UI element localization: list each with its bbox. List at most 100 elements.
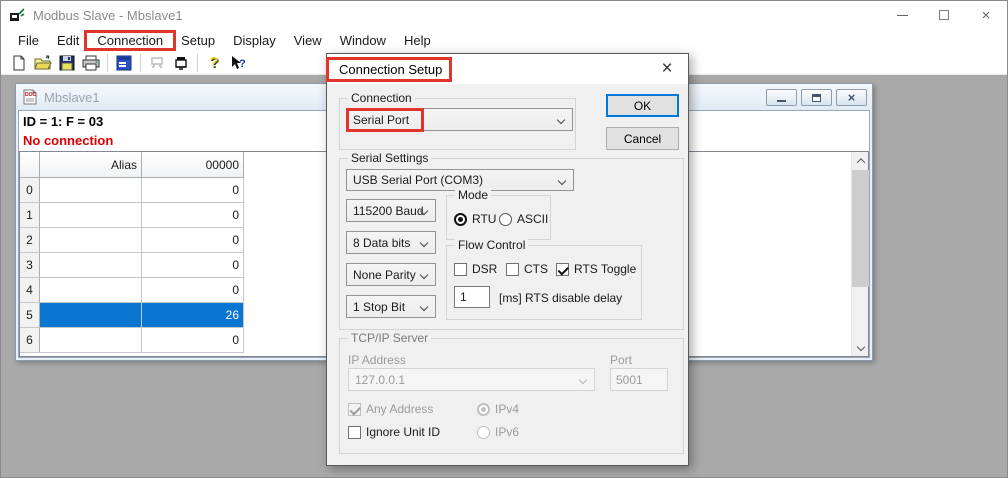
- value-cell[interactable]: 26: [142, 303, 244, 328]
- save-icon: [59, 55, 75, 71]
- close-button[interactable]: ×: [965, 1, 1007, 29]
- minimize-button[interactable]: [881, 1, 923, 29]
- data-bits-value: 8 Data bits: [353, 236, 410, 250]
- cts-checkbox[interactable]: CTS: [506, 262, 548, 276]
- row-number: 2: [20, 228, 40, 253]
- ipv6-radio: IPv6: [477, 425, 519, 439]
- value-cell[interactable]: 0: [142, 178, 244, 203]
- rtu-radio[interactable]: RTU: [454, 212, 496, 226]
- menu-display[interactable]: Display: [224, 31, 285, 50]
- checkbox-icon: [348, 426, 361, 439]
- new-file-button[interactable]: [7, 52, 31, 74]
- data-bits-select[interactable]: 8 Data bits: [346, 231, 436, 254]
- scroll-up-button[interactable]: [852, 152, 869, 169]
- table-row[interactable]: 6 0: [20, 328, 244, 353]
- table-row[interactable]: 0 0: [20, 178, 244, 203]
- stop-bits-value: 1 Stop Bit: [353, 300, 405, 314]
- table-row[interactable]: 3 0: [20, 253, 244, 278]
- row-number: 6: [20, 328, 40, 353]
- document-title: Mbslave1: [44, 90, 100, 105]
- rts-toggle-checkbox[interactable]: RTS Toggle: [556, 262, 636, 276]
- maximize-button[interactable]: [923, 1, 965, 29]
- baud-rate-select[interactable]: 115200 Baud: [346, 199, 436, 222]
- table-row-selected[interactable]: 5 26: [20, 303, 244, 328]
- doc-minimize-button[interactable]: [766, 89, 797, 106]
- value-cell[interactable]: 0: [142, 278, 244, 303]
- table-row[interactable]: 1 0: [20, 203, 244, 228]
- chevron-down-icon: [420, 303, 428, 311]
- alias-cell[interactable]: [40, 203, 142, 228]
- dialog-title-bar[interactable]: Connection Setup ×: [327, 54, 688, 84]
- stop-bits-select[interactable]: 1 Stop Bit: [346, 295, 436, 318]
- ignore-unit-id-label: Ignore Unit ID: [366, 425, 440, 439]
- doc-close-button[interactable]: ×: [836, 89, 867, 106]
- help-button[interactable]: ?: [202, 52, 226, 74]
- cancel-button[interactable]: Cancel: [606, 127, 679, 150]
- parity-select[interactable]: None Parity: [346, 263, 436, 286]
- alias-cell[interactable]: [40, 278, 142, 303]
- open-file-button[interactable]: [31, 52, 55, 74]
- alias-cell[interactable]: [40, 253, 142, 278]
- alias-cell[interactable]: [40, 328, 142, 353]
- connect-button[interactable]: [169, 52, 193, 74]
- baud-rate-value: 115200 Baud: [353, 204, 424, 218]
- row-number: 0: [20, 178, 40, 203]
- rtu-label: RTU: [472, 212, 496, 226]
- display-setup-button[interactable]: [112, 52, 136, 74]
- doc-minimize-icon: [777, 100, 786, 102]
- menu-bar: File Edit Connection Setup Display View …: [1, 29, 1007, 51]
- header-register[interactable]: 00000: [142, 152, 244, 178]
- menu-help[interactable]: Help: [395, 31, 440, 50]
- disconnect-button[interactable]: [145, 52, 169, 74]
- value-cell[interactable]: 0: [142, 203, 244, 228]
- svg-text:?: ?: [239, 58, 246, 70]
- connection-type-select[interactable]: Serial Port: [346, 108, 573, 131]
- doc-restore-icon: [812, 94, 821, 102]
- open-file-icon: [34, 55, 52, 71]
- table-row[interactable]: 2 0: [20, 228, 244, 253]
- dsr-checkbox[interactable]: DSR: [454, 262, 497, 276]
- value-cell[interactable]: 0: [142, 228, 244, 253]
- menu-setup[interactable]: Setup: [172, 31, 224, 50]
- doc-restore-button[interactable]: [801, 89, 832, 106]
- rts-delay-input[interactable]: 1: [454, 286, 490, 308]
- context-help-button[interactable]: ?: [226, 52, 250, 74]
- connection-group-label: Connection: [348, 91, 415, 105]
- register-table: Alias 00000 0 0 1 0: [20, 152, 244, 353]
- checkbox-checked-icon: [348, 403, 361, 416]
- alias-cell[interactable]: [40, 303, 142, 328]
- save-button[interactable]: [55, 52, 79, 74]
- alias-cell[interactable]: [40, 178, 142, 203]
- radio-icon: [454, 213, 467, 226]
- header-alias[interactable]: Alias: [40, 152, 142, 178]
- menu-window[interactable]: Window: [331, 31, 395, 50]
- checkbox-icon: [454, 263, 467, 276]
- ok-button[interactable]: OK: [606, 94, 679, 117]
- chevron-down-icon: [558, 177, 566, 185]
- tcpip-group-label: TCP/IP Server: [348, 331, 431, 345]
- status-id-line: ID = 1: F = 03: [23, 114, 103, 129]
- dialog-close-button[interactable]: ×: [654, 54, 680, 84]
- ascii-radio[interactable]: ASCII: [499, 212, 548, 226]
- menu-view[interactable]: View: [285, 31, 331, 50]
- vertical-scrollbar[interactable]: [851, 152, 868, 356]
- print-button[interactable]: [79, 52, 103, 74]
- ip-address-value: 127.0.0.1: [355, 373, 405, 387]
- context-help-icon: ?: [229, 55, 247, 71]
- menu-edit[interactable]: Edit: [48, 31, 88, 50]
- value-cell[interactable]: 0: [142, 253, 244, 278]
- status-connection: No connection: [23, 133, 113, 148]
- ignore-unit-id-checkbox[interactable]: Ignore Unit ID: [348, 425, 440, 439]
- table-row[interactable]: 4 0: [20, 278, 244, 303]
- serial-settings-label: Serial Settings: [348, 151, 431, 165]
- value-cell[interactable]: 0: [142, 328, 244, 353]
- display-setup-icon: [116, 55, 132, 71]
- scrollbar-thumb[interactable]: [852, 170, 869, 287]
- menu-connection[interactable]: Connection: [88, 31, 172, 50]
- parity-value: None Parity: [353, 268, 416, 282]
- port-label: Port: [610, 353, 632, 367]
- scroll-down-button[interactable]: [852, 339, 869, 356]
- svg-text:DOC: DOC: [25, 92, 37, 98]
- alias-cell[interactable]: [40, 228, 142, 253]
- menu-file[interactable]: File: [9, 31, 48, 50]
